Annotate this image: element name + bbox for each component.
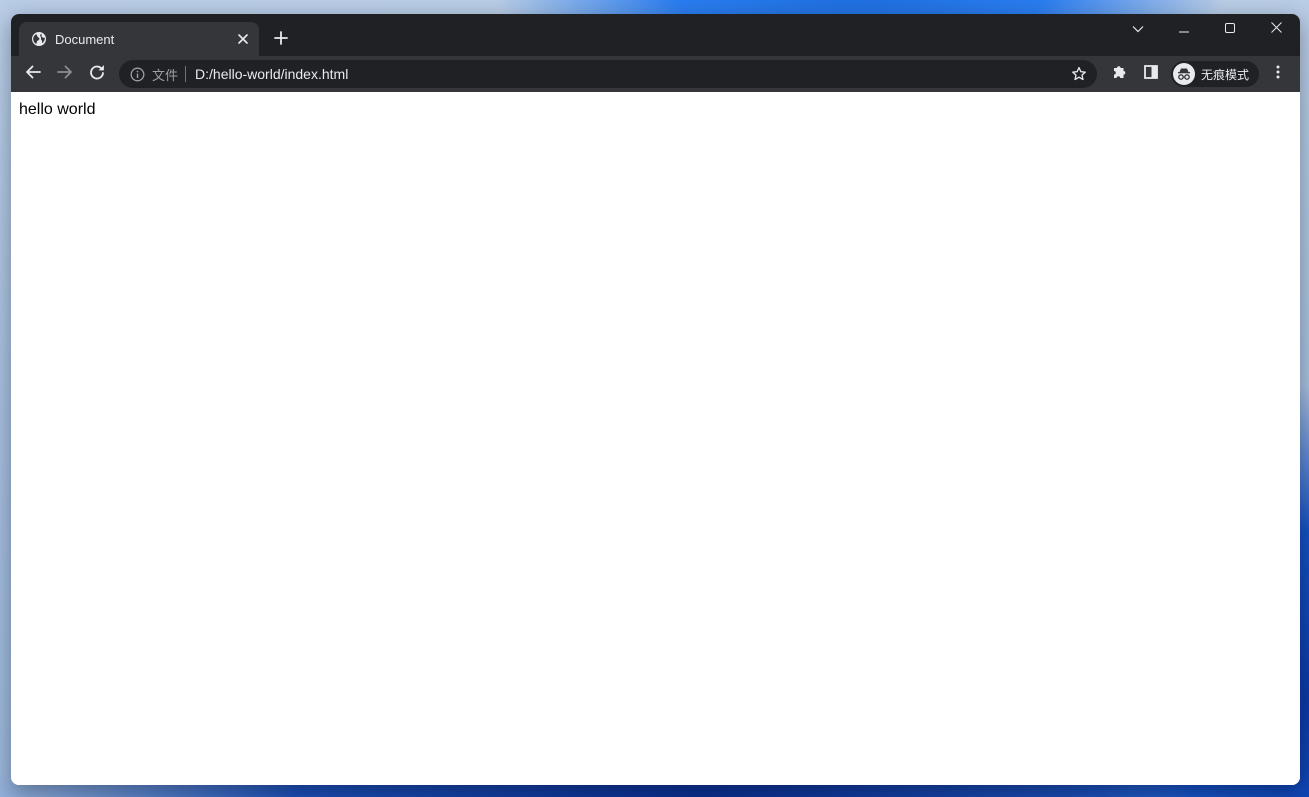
chevron-down-icon	[1132, 20, 1144, 38]
plus-icon	[274, 30, 288, 50]
forward-button[interactable]	[51, 60, 79, 88]
incognito-profile-button[interactable]: 无痕模式	[1171, 61, 1259, 87]
maximize-icon	[1225, 20, 1235, 38]
toolbar: 文件 D:/hello-world/index.html 无痕模式	[11, 56, 1300, 92]
puzzle-icon	[1111, 64, 1127, 85]
incognito-icon	[1173, 63, 1195, 85]
browser-window: Document 文件 D:/hello-world/index.html 无痕…	[11, 14, 1300, 785]
minimize-icon	[1179, 20, 1189, 38]
tab-document[interactable]: Document	[19, 22, 259, 56]
new-tab-button[interactable]	[269, 28, 293, 52]
tab-search-button[interactable]	[1115, 14, 1161, 44]
info-icon[interactable]	[129, 66, 145, 82]
scheme-label: 文件	[152, 67, 179, 83]
side-panel-icon	[1144, 64, 1158, 84]
window-close-button[interactable]	[1253, 14, 1299, 44]
address-bar[interactable]: 文件 D:/hello-world/index.html	[119, 60, 1097, 88]
close-icon[interactable]	[233, 29, 253, 49]
profile-label: 无痕模式	[1201, 67, 1250, 82]
tab-title: Document	[55, 31, 115, 47]
tab-strip: Document	[11, 14, 1300, 56]
menu-button[interactable]	[1264, 60, 1292, 88]
minimize-button[interactable]	[1161, 14, 1207, 44]
back-button[interactable]	[19, 60, 47, 88]
page-content: hello world	[11, 92, 1300, 785]
address-divider	[185, 66, 187, 82]
side-panel-button[interactable]	[1137, 60, 1165, 88]
kebab-menu-icon	[1276, 65, 1280, 84]
star-icon[interactable]	[1069, 64, 1089, 84]
extensions-button[interactable]	[1105, 60, 1133, 88]
reload-button[interactable]	[83, 60, 111, 88]
close-icon	[1270, 20, 1282, 38]
arrow-left-icon	[25, 64, 41, 85]
globe-icon	[31, 31, 47, 47]
url-text[interactable]: D:/hello-world/index.html	[195, 66, 1069, 82]
reload-icon	[89, 64, 105, 85]
maximize-button[interactable]	[1207, 14, 1253, 44]
arrow-right-icon	[57, 64, 73, 85]
page-body-text: hello world	[19, 101, 96, 118]
